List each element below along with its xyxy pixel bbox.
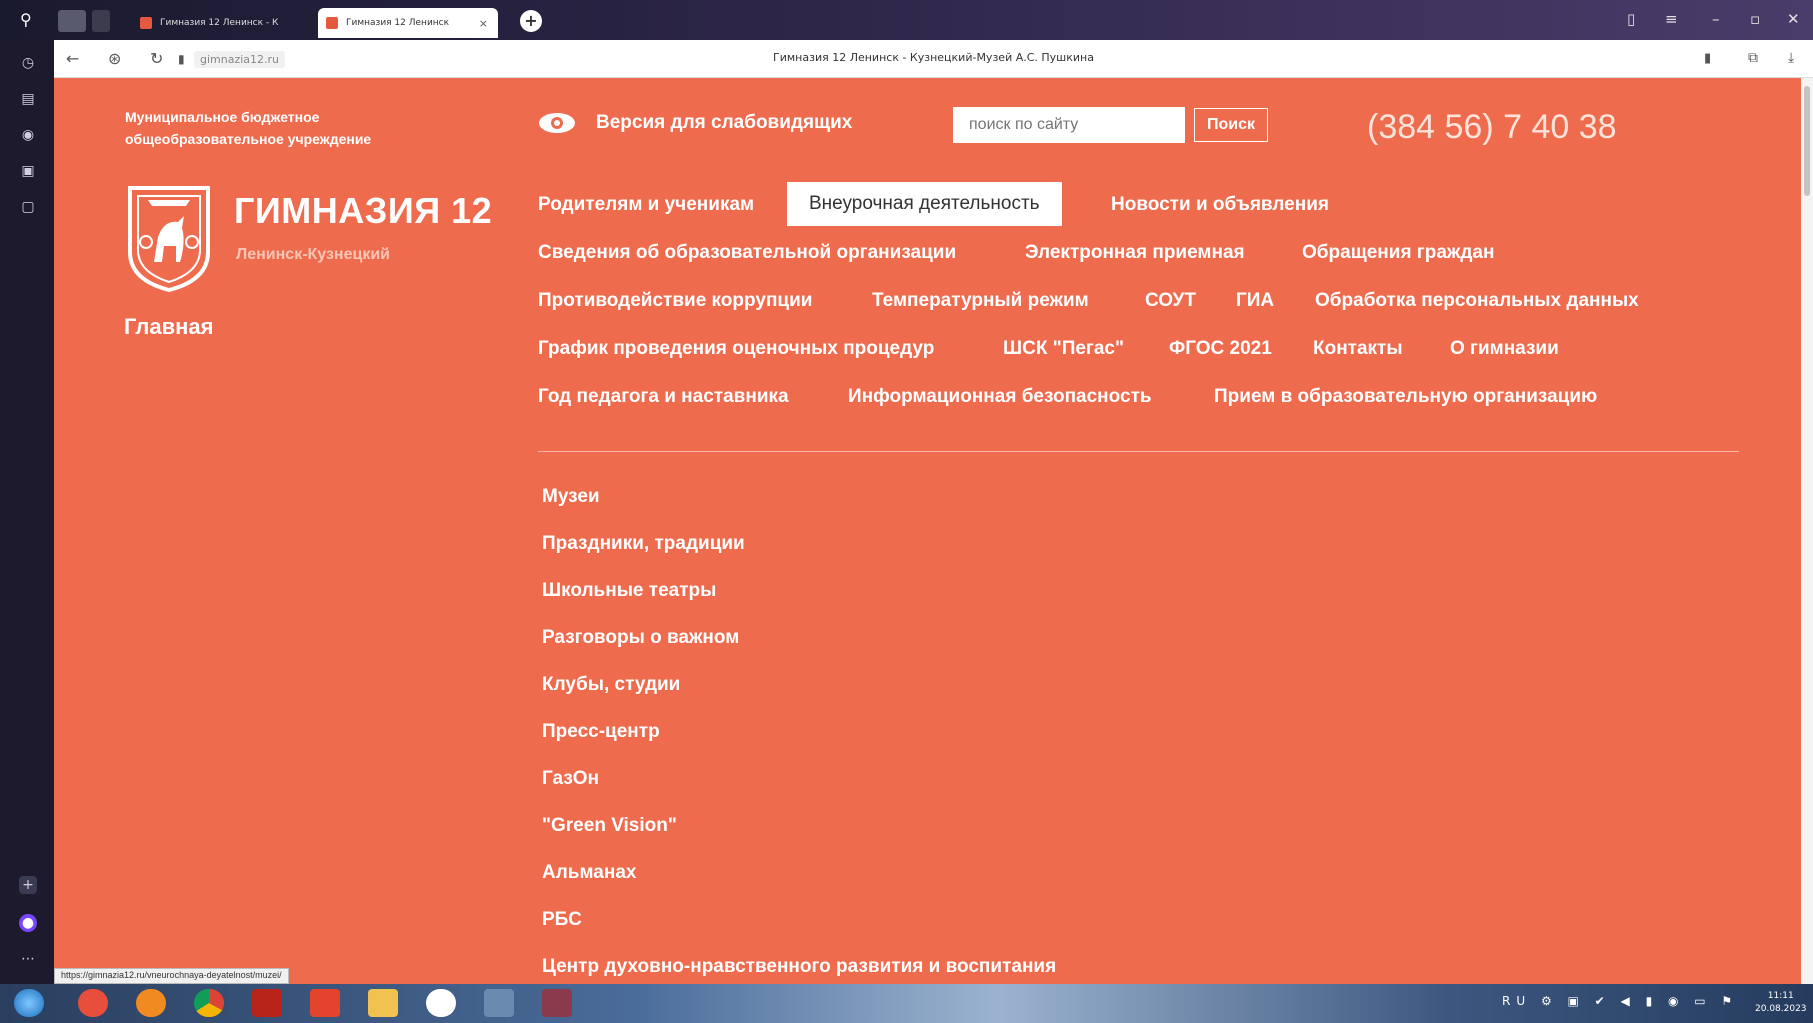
status-bar-url: https://gimnazia12.ru/vneurochnaya-deyat… [54, 968, 289, 984]
file-explorer-icon[interactable] [368, 989, 398, 1017]
submenu-item[interactable]: РБС [542, 909, 582, 931]
school-emblem-icon[interactable] [124, 182, 214, 292]
language-indicator[interactable]: RU [1502, 994, 1531, 1008]
menu-personal-data[interactable]: Обработка персональных данных [1315, 290, 1639, 312]
minimize-icon[interactable]: – [1712, 10, 1720, 28]
app-icon-3[interactable] [542, 989, 572, 1017]
search-button[interactable]: Поиск [1194, 108, 1268, 142]
profile-icon[interactable]: ⚲ [20, 10, 34, 32]
menu-sout[interactable]: СОУТ [1145, 290, 1196, 312]
phone-number: (384 56) 7 40 38 [1367, 108, 1617, 146]
app-icon-1[interactable] [78, 989, 108, 1017]
workspace-icon[interactable] [58, 10, 86, 32]
submenu-item[interactable]: Разговоры о важном [542, 627, 739, 649]
history-icon[interactable]: ◷ [19, 54, 37, 72]
submenu-item[interactable]: "Green Vision" [542, 815, 677, 837]
menu-e-reception[interactable]: Электронная приемная [1025, 242, 1245, 264]
taskbar: RU ⚙ ▣ ✔ ◀ ▮ ◉ ▭ ⚑ 11:11 20.08.2023 [0, 984, 1813, 1023]
menu-org-info[interactable]: Сведения об образовательной организации [538, 242, 956, 264]
app-icon-2[interactable] [484, 989, 514, 1017]
alice-icon[interactable]: ● [19, 914, 37, 932]
tab-list-icon[interactable] [92, 10, 110, 32]
submenu-item[interactable]: ГазОн [542, 768, 599, 790]
clock-time: 11:11 [1767, 991, 1794, 1001]
tab-close-icon[interactable]: × [479, 17, 488, 30]
address-bar: ← ⊛ ↻ ▮ gimnazia12.ru Гимназия 12 Ленинс… [54, 40, 1813, 78]
menu-contacts[interactable]: Контакты [1313, 338, 1403, 360]
tab-gymnasium-2[interactable]: Гимназия 12 Ленинск × [318, 8, 498, 38]
download-icon[interactable]: ⤓ [1788, 50, 1794, 66]
city-name: Ленинск-Кузнецкий [236, 246, 391, 263]
submenu-item[interactable]: Альманах [542, 862, 636, 884]
more-icon[interactable]: ⋯ [19, 950, 37, 968]
menu-parents-students[interactable]: Родителям и ученикам [538, 194, 754, 216]
yandex-icon[interactable] [310, 989, 340, 1017]
menu-news[interactable]: Новости и объявления [1111, 194, 1329, 216]
browser-tab-bar: ⚲ Гимназия 12 Ленинск - К Гимназия 12 Ле… [0, 0, 1813, 40]
chrome-icon[interactable] [194, 989, 224, 1017]
pdf-icon[interactable] [252, 989, 282, 1017]
yandex-browser-icon[interactable] [426, 989, 456, 1017]
bookmarks-icon[interactable]: ▯ [1627, 10, 1635, 28]
menu-assessment-schedule[interactable]: График проведения оценочных процедур [538, 338, 934, 360]
low-vision-label: Версия для слабовидящих [596, 112, 853, 133]
tab-title: Гимназия 12 Ленинск - К [160, 18, 279, 28]
site-favicon-icon [140, 17, 152, 29]
submenu-item[interactable]: Центр духовно-нравственного развития и в… [542, 956, 1056, 978]
submenu-item[interactable]: Пресс-центр [542, 721, 660, 743]
menu-divider [538, 451, 1739, 452]
restore-icon[interactable]: ▫ [1750, 10, 1760, 28]
tab-gymnasium-1[interactable]: Гимназия 12 Ленинск - К [132, 8, 312, 38]
tab-title: Гимназия 12 Ленинск [346, 18, 450, 28]
low-vision-toggle[interactable]: Версия для слабовидящих [538, 112, 852, 134]
system-tray[interactable]: RU ⚙ ▣ ✔ ◀ ▮ ◉ ▭ ⚑ [1502, 994, 1738, 1008]
search-input[interactable] [953, 107, 1185, 143]
clock-date: 20.08.2023 [1755, 1004, 1807, 1014]
submenu-item[interactable]: Клубы, студии [542, 674, 680, 696]
page-scrollbar[interactable] [1801, 78, 1813, 984]
close-window-icon[interactable]: ✕ [1787, 10, 1800, 28]
add-panel-icon[interactable]: + [19, 876, 37, 894]
downloads-icon[interactable]: ≡ [1665, 10, 1678, 28]
home-link[interactable]: Главная [124, 314, 213, 340]
school-name[interactable]: ГИМНАЗИЯ 12 [234, 190, 492, 232]
page-title-text: Гимназия 12 Ленинск - Кузнецкий-Музей А.… [773, 51, 1094, 64]
menu-fgos[interactable]: ФГОС 2021 [1169, 338, 1272, 360]
new-tab-button[interactable]: + [520, 10, 542, 32]
menu-gia[interactable]: ГИА [1236, 290, 1274, 312]
collections-icon[interactable]: ▤ [19, 90, 37, 108]
submenu-item[interactable]: Музеи [542, 486, 600, 508]
page-content: Муниципальное бюджетное общеобразователь… [54, 78, 1801, 984]
zen-icon[interactable]: ▣ [19, 162, 37, 180]
menu-anti-corruption[interactable]: Противодействие коррупции [538, 290, 812, 312]
media-icon[interactable]: ◉ [19, 126, 37, 144]
menu-info-security[interactable]: Информационная безопасность [848, 386, 1152, 408]
org-type-text: Муниципальное бюджетное общеобразователь… [125, 109, 372, 147]
menu-extracurricular[interactable]: Внеурочная деятельность [787, 182, 1062, 226]
firefox-icon[interactable] [136, 989, 166, 1017]
eye-icon [539, 113, 575, 133]
site-favicon-icon [326, 17, 338, 29]
bookmark-icon[interactable]: ▮ [1704, 51, 1711, 66]
browser-sidebar: ◷ ▤ ◉ ▣ ▢ + ● ⋯ [0, 40, 54, 984]
submenu-item[interactable]: Школьные театры [542, 580, 716, 602]
menu-citizen-appeals[interactable]: Обращения граждан [1302, 242, 1494, 264]
submenu-item[interactable]: Праздники, традиции [542, 533, 745, 555]
scrollbar-thumb[interactable] [1804, 86, 1810, 196]
start-button-icon[interactable] [14, 989, 44, 1017]
clock[interactable]: 11:11 20.08.2023 [1755, 990, 1807, 1016]
tablet-icon[interactable]: ▢ [19, 198, 37, 216]
menu-admission[interactable]: Прием в образовательную организацию [1214, 386, 1597, 408]
menu-teacher-year[interactable]: Год педагога и наставника [538, 386, 789, 408]
menu-temperature[interactable]: Температурный режим [872, 290, 1089, 312]
menu-sport-club[interactable]: ШСК "Пегас" [1003, 338, 1124, 360]
menu-about[interactable]: О гимназии [1450, 338, 1559, 360]
reader-icon[interactable]: ⧉ [1748, 50, 1758, 66]
